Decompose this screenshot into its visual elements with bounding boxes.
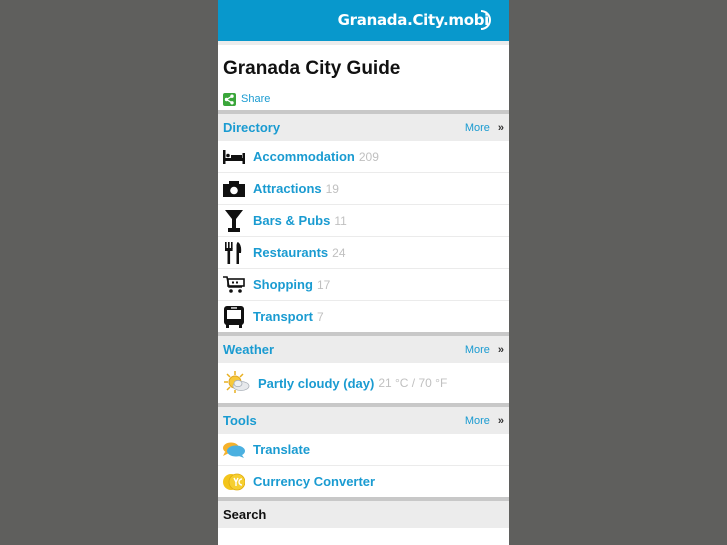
- item-label: Bars & Pubs: [253, 213, 331, 228]
- weather-title[interactable]: Weather: [223, 342, 465, 357]
- tool-label: Translate: [253, 442, 311, 457]
- item-count: 24: [332, 245, 346, 260]
- logo-arc-icon: [481, 10, 491, 30]
- weather-current[interactable]: Partly cloudy (day) 21 °C / 70 °F: [218, 363, 509, 403]
- weather-more-link[interactable]: More: [465, 344, 490, 356]
- share-button[interactable]: Share: [218, 84, 509, 110]
- directory-item-attractions[interactable]: Attractions 19: [218, 173, 509, 205]
- chevron-double-right-icon: »: [497, 121, 504, 134]
- tools-list: Translate Currency Converter: [218, 434, 509, 497]
- directory-item-restaurants[interactable]: Restaurants 24: [218, 237, 509, 269]
- partly-cloudy-icon: [223, 369, 251, 397]
- directory-header: Directory More »: [218, 114, 509, 141]
- coins-icon: [222, 470, 246, 494]
- tool-label: Currency Converter: [253, 474, 376, 489]
- chevron-double-right-icon: »: [497, 414, 504, 427]
- glass-icon: [222, 209, 246, 233]
- directory-item-bars-pubs[interactable]: Bars & Pubs 11: [218, 205, 509, 237]
- page-title: Granada City Guide: [223, 58, 401, 79]
- share-icon: [223, 92, 236, 106]
- tools-title[interactable]: Tools: [223, 413, 465, 428]
- tool-item-translate[interactable]: Translate: [218, 434, 509, 466]
- bus-icon: [222, 305, 246, 329]
- directory-item-transport[interactable]: Transport 7: [218, 301, 509, 332]
- camera-icon: [222, 177, 246, 201]
- search-header: Search: [218, 501, 509, 528]
- item-label: Attractions: [253, 181, 322, 196]
- share-label: Share: [241, 93, 271, 105]
- tool-item-currency-converter[interactable]: Currency Converter: [218, 466, 509, 497]
- directory-item-shopping[interactable]: Shopping 17: [218, 269, 509, 301]
- directory-item-accommodation[interactable]: Accommodation 209: [218, 141, 509, 173]
- item-label: Transport: [253, 309, 313, 324]
- item-count: 11: [334, 213, 347, 228]
- directory-title[interactable]: Directory: [223, 120, 465, 135]
- page: Granada.City.mobi Granada City Guide Sha…: [218, 0, 509, 545]
- item-count: 19: [325, 181, 339, 196]
- item-label: Restaurants: [253, 245, 329, 260]
- weather-temperature: 21 °C / 70 °F: [378, 376, 448, 390]
- site-logo[interactable]: Granada.City.mobi: [338, 11, 490, 29]
- item-label: Accommodation: [253, 149, 355, 164]
- cart-icon: [222, 273, 246, 297]
- directory-more-link[interactable]: More: [465, 122, 490, 134]
- bed-icon: [222, 145, 246, 169]
- item-count: 209: [358, 149, 379, 164]
- top-bar: Granada.City.mobi: [218, 0, 509, 41]
- directory-list: Accommodation 209 Attractions 19 Bars & …: [218, 141, 509, 332]
- chevron-double-right-icon: »: [497, 343, 504, 356]
- tools-more-link[interactable]: More: [465, 415, 490, 427]
- fork-knife-icon: [222, 241, 246, 265]
- weather-condition: Partly cloudy (day): [258, 375, 375, 391]
- item-count: 17: [316, 277, 331, 292]
- weather-header: Weather More »: [218, 336, 509, 363]
- speech-bubbles-icon: [222, 438, 246, 462]
- item-count: 7: [316, 309, 324, 324]
- tools-header: Tools More »: [218, 407, 509, 434]
- item-label: Shopping: [253, 277, 313, 292]
